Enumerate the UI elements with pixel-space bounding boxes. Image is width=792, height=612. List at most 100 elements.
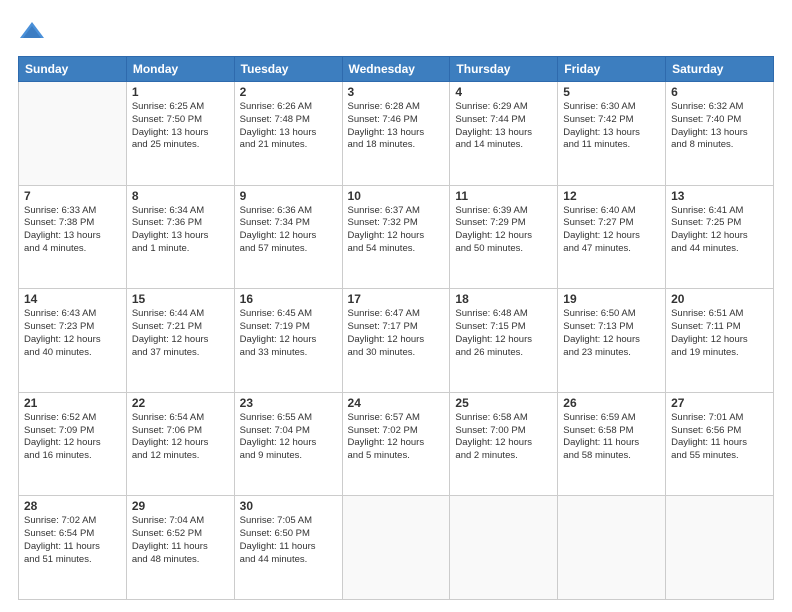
day-number: 10: [348, 189, 445, 203]
calendar-cell: [666, 496, 774, 600]
day-number: 15: [132, 292, 229, 306]
header: [18, 18, 774, 46]
weekday-header-row: SundayMondayTuesdayWednesdayThursdayFrid…: [19, 57, 774, 82]
calendar-cell: [19, 82, 127, 186]
calendar-cell: 24 Sunrise: 6:57 AM Sunset: 7:02 PM Dayli…: [342, 392, 450, 496]
calendar-cell: 15 Sunrise: 6:44 AM Sunset: 7:21 PM Dayli…: [126, 289, 234, 393]
day-info: Sunrise: 6:44 AM Sunset: 7:21 PM Dayligh…: [132, 308, 229, 359]
day-number: 2: [240, 85, 337, 99]
calendar-cell: 17 Sunrise: 6:47 AM Sunset: 7:17 PM Dayli…: [342, 289, 450, 393]
day-info: Sunrise: 6:29 AM Sunset: 7:44 PM Dayligh…: [455, 101, 552, 152]
calendar-cell: 21 Sunrise: 6:52 AM Sunset: 7:09 PM Dayli…: [19, 392, 127, 496]
calendar-cell: 4 Sunrise: 6:29 AM Sunset: 7:44 PM Daylig…: [450, 82, 558, 186]
calendar-cell: [342, 496, 450, 600]
day-info: Sunrise: 6:47 AM Sunset: 7:17 PM Dayligh…: [348, 308, 445, 359]
calendar-cell: 19 Sunrise: 6:50 AM Sunset: 7:13 PM Dayli…: [558, 289, 666, 393]
calendar-cell: 2 Sunrise: 6:26 AM Sunset: 7:48 PM Daylig…: [234, 82, 342, 186]
day-number: 14: [24, 292, 121, 306]
day-info: Sunrise: 6:52 AM Sunset: 7:09 PM Dayligh…: [24, 412, 121, 463]
day-info: Sunrise: 6:50 AM Sunset: 7:13 PM Dayligh…: [563, 308, 660, 359]
day-info: Sunrise: 6:39 AM Sunset: 7:29 PM Dayligh…: [455, 205, 552, 256]
calendar-cell: 26 Sunrise: 6:59 AM Sunset: 6:58 PM Dayli…: [558, 392, 666, 496]
day-info: Sunrise: 6:54 AM Sunset: 7:06 PM Dayligh…: [132, 412, 229, 463]
day-info: Sunrise: 6:58 AM Sunset: 7:00 PM Dayligh…: [455, 412, 552, 463]
calendar-table: SundayMondayTuesdayWednesdayThursdayFrid…: [18, 56, 774, 600]
calendar-cell: [450, 496, 558, 600]
weekday-header: Friday: [558, 57, 666, 82]
logo: [18, 18, 50, 46]
day-number: 6: [671, 85, 768, 99]
day-number: 3: [348, 85, 445, 99]
day-number: 8: [132, 189, 229, 203]
calendar-cell: 28Sunrise: 7:02 AM Sunset: 6:54 PM Dayli…: [19, 496, 127, 600]
calendar-cell: 27 Sunrise: 7:01 AM Sunset: 6:56 PM Dayli…: [666, 392, 774, 496]
calendar-cell: 3Sunrise: 6:28 AM Sunset: 7:46 PM Daylig…: [342, 82, 450, 186]
calendar-cell: 12 Sunrise: 6:40 AM Sunset: 7:27 PM Dayli…: [558, 185, 666, 289]
calendar-cell: 11 Sunrise: 6:39 AM Sunset: 7:29 PM Dayli…: [450, 185, 558, 289]
weekday-header: Saturday: [666, 57, 774, 82]
day-number: 11: [455, 189, 552, 203]
weekday-header: Wednesday: [342, 57, 450, 82]
calendar-cell: 7Sunrise: 6:33 AM Sunset: 7:38 PM Daylig…: [19, 185, 127, 289]
page: SundayMondayTuesdayWednesdayThursdayFrid…: [0, 0, 792, 612]
calendar-cell: 16 Sunrise: 6:45 AM Sunset: 7:19 PM Dayli…: [234, 289, 342, 393]
logo-icon: [18, 18, 46, 46]
day-number: 12: [563, 189, 660, 203]
day-info: Sunrise: 7:01 AM Sunset: 6:56 PM Dayligh…: [671, 412, 768, 463]
day-info: Sunrise: 6:57 AM Sunset: 7:02 PM Dayligh…: [348, 412, 445, 463]
day-info: Sunrise: 6:45 AM Sunset: 7:19 PM Dayligh…: [240, 308, 337, 359]
calendar-cell: 6 Sunrise: 6:32 AM Sunset: 7:40 PM Daylig…: [666, 82, 774, 186]
calendar-cell: 14 Sunrise: 6:43 AM Sunset: 7:23 PM Dayli…: [19, 289, 127, 393]
day-info: Sunrise: 6:33 AM Sunset: 7:38 PM Dayligh…: [24, 205, 121, 256]
weekday-header: Monday: [126, 57, 234, 82]
day-info: Sunrise: 7:05 AM Sunset: 6:50 PM Dayligh…: [240, 515, 337, 566]
day-info: Sunrise: 6:41 AM Sunset: 7:25 PM Dayligh…: [671, 205, 768, 256]
day-number: 4: [455, 85, 552, 99]
calendar-week-row: 21 Sunrise: 6:52 AM Sunset: 7:09 PM Dayli…: [19, 392, 774, 496]
day-number: 17: [348, 292, 445, 306]
calendar-week-row: 28Sunrise: 7:02 AM Sunset: 6:54 PM Dayli…: [19, 496, 774, 600]
calendar-cell: 1 Sunrise: 6:25 AM Sunset: 7:50 PM Daylig…: [126, 82, 234, 186]
day-info: Sunrise: 6:36 AM Sunset: 7:34 PM Dayligh…: [240, 205, 337, 256]
day-number: 29: [132, 499, 229, 513]
weekday-header: Tuesday: [234, 57, 342, 82]
day-info: Sunrise: 7:04 AM Sunset: 6:52 PM Dayligh…: [132, 515, 229, 566]
weekday-header: Sunday: [19, 57, 127, 82]
calendar-week-row: 14 Sunrise: 6:43 AM Sunset: 7:23 PM Dayli…: [19, 289, 774, 393]
day-info: Sunrise: 6:25 AM Sunset: 7:50 PM Dayligh…: [132, 101, 229, 152]
calendar-week-row: 1 Sunrise: 6:25 AM Sunset: 7:50 PM Daylig…: [19, 82, 774, 186]
day-number: 19: [563, 292, 660, 306]
day-number: 16: [240, 292, 337, 306]
day-number: 26: [563, 396, 660, 410]
day-info: Sunrise: 6:32 AM Sunset: 7:40 PM Dayligh…: [671, 101, 768, 152]
calendar-cell: [558, 496, 666, 600]
day-info: Sunrise: 6:34 AM Sunset: 7:36 PM Dayligh…: [132, 205, 229, 256]
calendar-cell: 8 Sunrise: 6:34 AM Sunset: 7:36 PM Daylig…: [126, 185, 234, 289]
day-info: Sunrise: 7:02 AM Sunset: 6:54 PM Dayligh…: [24, 515, 121, 566]
calendar-cell: 9 Sunrise: 6:36 AM Sunset: 7:34 PM Daylig…: [234, 185, 342, 289]
weekday-header: Thursday: [450, 57, 558, 82]
day-number: 1: [132, 85, 229, 99]
day-number: 20: [671, 292, 768, 306]
calendar-week-row: 7Sunrise: 6:33 AM Sunset: 7:38 PM Daylig…: [19, 185, 774, 289]
calendar-cell: 29 Sunrise: 7:04 AM Sunset: 6:52 PM Dayli…: [126, 496, 234, 600]
day-number: 25: [455, 396, 552, 410]
day-info: Sunrise: 6:43 AM Sunset: 7:23 PM Dayligh…: [24, 308, 121, 359]
calendar-cell: 22 Sunrise: 6:54 AM Sunset: 7:06 PM Dayli…: [126, 392, 234, 496]
day-number: 22: [132, 396, 229, 410]
day-number: 30: [240, 499, 337, 513]
day-number: 27: [671, 396, 768, 410]
day-number: 9: [240, 189, 337, 203]
day-info: Sunrise: 6:26 AM Sunset: 7:48 PM Dayligh…: [240, 101, 337, 152]
day-info: Sunrise: 6:55 AM Sunset: 7:04 PM Dayligh…: [240, 412, 337, 463]
calendar-cell: 23Sunrise: 6:55 AM Sunset: 7:04 PM Dayli…: [234, 392, 342, 496]
day-info: Sunrise: 6:59 AM Sunset: 6:58 PM Dayligh…: [563, 412, 660, 463]
day-info: Sunrise: 6:40 AM Sunset: 7:27 PM Dayligh…: [563, 205, 660, 256]
day-info: Sunrise: 6:48 AM Sunset: 7:15 PM Dayligh…: [455, 308, 552, 359]
calendar-cell: 18Sunrise: 6:48 AM Sunset: 7:15 PM Dayli…: [450, 289, 558, 393]
day-number: 21: [24, 396, 121, 410]
day-info: Sunrise: 6:30 AM Sunset: 7:42 PM Dayligh…: [563, 101, 660, 152]
day-number: 24: [348, 396, 445, 410]
day-info: Sunrise: 6:51 AM Sunset: 7:11 PM Dayligh…: [671, 308, 768, 359]
calendar-cell: 30 Sunrise: 7:05 AM Sunset: 6:50 PM Dayli…: [234, 496, 342, 600]
